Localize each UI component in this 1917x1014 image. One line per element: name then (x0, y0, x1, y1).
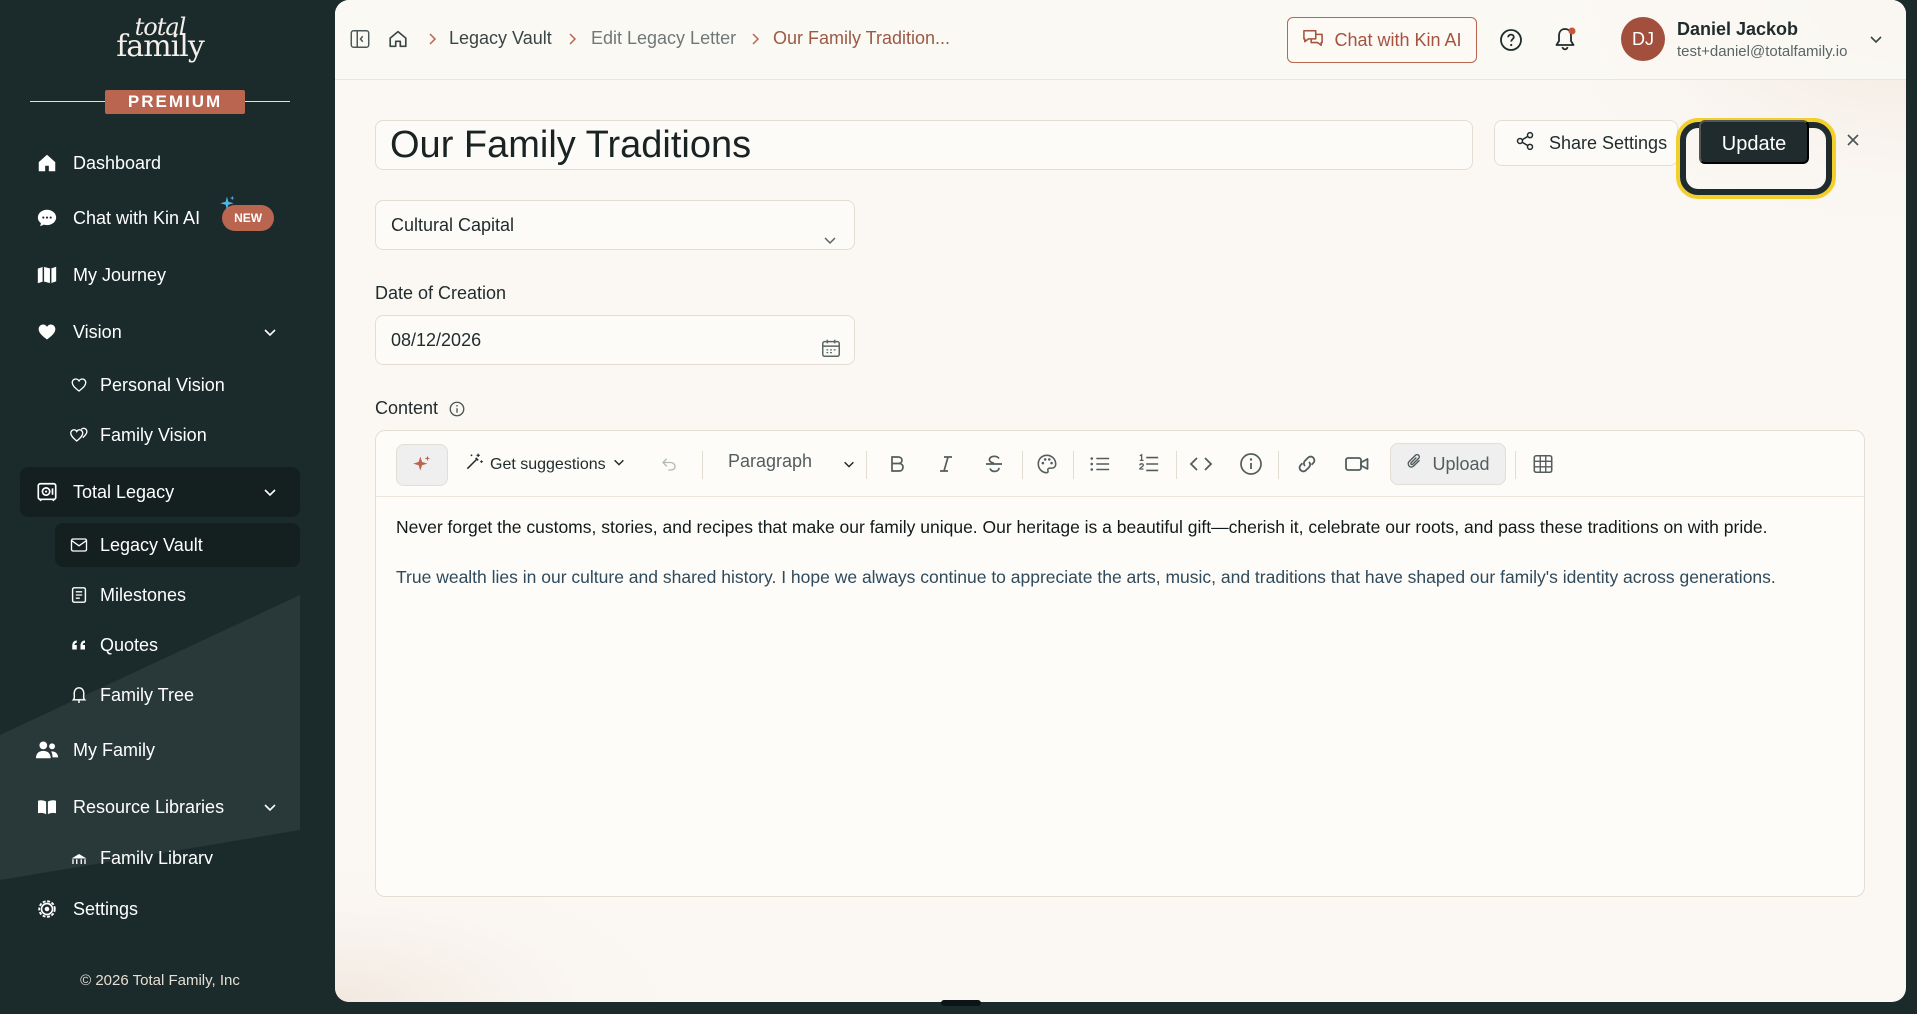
date-of-creation-label: Date of Creation (375, 283, 507, 303)
hearts-icon (69, 425, 89, 445)
close-icon[interactable] (1845, 132, 1861, 153)
library-icon (69, 850, 89, 864)
table-icon[interactable] (1528, 448, 1558, 480)
home-icon (35, 151, 59, 175)
bottom-handle[interactable] (941, 1000, 981, 1006)
magic-wand-icon (464, 452, 484, 477)
premium-banner: PREMIUM (30, 90, 290, 114)
chevron-right-icon (750, 32, 762, 51)
info-icon[interactable] (448, 400, 466, 423)
notification-bell-icon[interactable] (1552, 26, 1578, 57)
premium-badge: PREMIUM (105, 90, 245, 114)
envelope-icon (69, 535, 89, 555)
gear-icon (35, 897, 59, 921)
chat-with-kin-ai-button[interactable]: Chat with Kin AI (1287, 17, 1477, 63)
chevron-down-icon[interactable] (1868, 32, 1884, 51)
people-icon (35, 738, 59, 762)
chat-icon (1302, 28, 1324, 53)
sidebar-item-settings[interactable]: Settings (20, 884, 300, 934)
tree-icon (69, 685, 89, 705)
block-style-select[interactable]: Paragraph (728, 451, 812, 472)
info-icon[interactable] (1236, 448, 1266, 480)
breadcrumb-legacy-vault[interactable]: Legacy Vault (449, 28, 552, 49)
map-icon (35, 263, 59, 287)
chevron-right-icon (567, 32, 579, 51)
chevron-down-icon[interactable] (262, 484, 278, 505)
sidebar-item-personal-vision[interactable]: Personal Vision (55, 363, 300, 407)
chevron-down-icon[interactable] (262, 799, 278, 820)
user-name[interactable]: Daniel Jackob (1677, 19, 1798, 40)
chevron-down-icon (822, 218, 838, 266)
sidebar-item-chat-kin-ai[interactable]: Chat with Kin AI NEW (20, 193, 300, 243)
get-suggestions-dropdown[interactable]: Get suggestions (464, 452, 626, 477)
sidebar-item-vision[interactable]: Vision (20, 307, 300, 357)
sidebar-item-milestones[interactable]: Milestones (55, 573, 300, 617)
journal-icon (69, 585, 89, 605)
numbered-list-icon[interactable] (1134, 448, 1164, 480)
home-icon[interactable] (387, 28, 409, 55)
sidebar-item-total-legacy[interactable]: Total Legacy (20, 467, 300, 517)
letter-title-input[interactable]: Our Family Traditions (375, 120, 1473, 170)
paperclip-icon (1406, 452, 1424, 477)
breadcrumb-current: Our Family Tradition... (773, 28, 951, 48)
content-paragraph[interactable]: True wealth lies in our culture and shar… (396, 567, 1776, 588)
code-icon[interactable] (1186, 448, 1216, 480)
share-icon (1515, 131, 1535, 156)
chevron-right-icon (427, 32, 439, 51)
sidebar-item-quotes[interactable]: Quotes (55, 623, 300, 667)
date-of-creation-input[interactable]: 08/12/2026 (375, 315, 855, 365)
ai-assist-button[interactable] (396, 444, 448, 486)
sidebar-item-my-family[interactable]: My Family (20, 725, 300, 775)
book-icon (35, 795, 59, 819)
sidebar-item-family-library[interactable]: Family Library (55, 838, 300, 864)
palette-icon[interactable] (1032, 448, 1062, 480)
chat-bubble-icon (35, 206, 59, 230)
sidebar-item-resource-libraries[interactable]: Resource Libraries (20, 782, 300, 832)
category-select[interactable]: Cultural Capital (375, 200, 855, 250)
copyright-text: © 2026 Total Family, Inc (80, 972, 240, 989)
upload-button[interactable]: Upload (1390, 443, 1506, 485)
chevron-down-icon[interactable] (840, 448, 858, 480)
chevron-down-icon (612, 455, 626, 474)
share-settings-button[interactable]: Share Settings (1494, 120, 1678, 166)
calendar-icon[interactable] (820, 329, 842, 377)
sidebar-item-dashboard[interactable]: Dashboard (20, 138, 300, 188)
editor-toolbar: Get suggestions Paragraph Upload (376, 431, 1864, 497)
video-icon[interactable] (1342, 448, 1372, 480)
sidebar: total family PREMIUM Dashboard Chat with… (0, 0, 335, 1014)
italic-icon[interactable] (931, 448, 961, 480)
brand-logo[interactable]: total family (0, 15, 320, 62)
sidebar-item-family-vision[interactable]: Family Vision (55, 413, 300, 457)
chevron-down-icon[interactable] (262, 324, 278, 345)
breadcrumb-edit-legacy-letter[interactable]: Edit Legacy Letter (591, 28, 736, 49)
help-icon[interactable] (1499, 28, 1523, 57)
content-label: Content (375, 398, 439, 418)
undo-icon[interactable] (658, 448, 680, 480)
heart-icon (35, 320, 59, 344)
vault-icon (35, 480, 59, 504)
bold-icon[interactable] (882, 448, 912, 480)
rich-text-editor: Get suggestions Paragraph Upload Never f… (375, 430, 1865, 897)
content-paragraph[interactable]: Never forget the customs, stories, and r… (396, 517, 1768, 538)
update-button[interactable]: Update (1699, 120, 1809, 164)
sparkle-icon (412, 454, 432, 477)
quote-icon (69, 635, 89, 655)
sidebar-item-family-tree[interactable]: Family Tree (55, 673, 300, 717)
avatar[interactable]: DJ (1621, 17, 1665, 61)
strikethrough-icon[interactable] (979, 448, 1009, 480)
top-bar: Legacy Vault Edit Legacy Letter Our Fami… (335, 0, 1906, 80)
sidebar-item-my-journey[interactable]: My Journey (20, 250, 300, 300)
link-icon[interactable] (1292, 448, 1322, 480)
user-email: test+daniel@totalfamily.io (1677, 43, 1848, 60)
bullet-list-icon[interactable] (1085, 448, 1115, 480)
main-panel: Legacy Vault Edit Legacy Letter Our Fami… (335, 0, 1906, 1002)
heart-outline-icon (69, 375, 89, 395)
sidebar-item-legacy-vault[interactable]: Legacy Vault (55, 523, 300, 567)
sparkle-icon (218, 195, 236, 218)
sidebar-toggle-icon[interactable] (349, 28, 371, 55)
